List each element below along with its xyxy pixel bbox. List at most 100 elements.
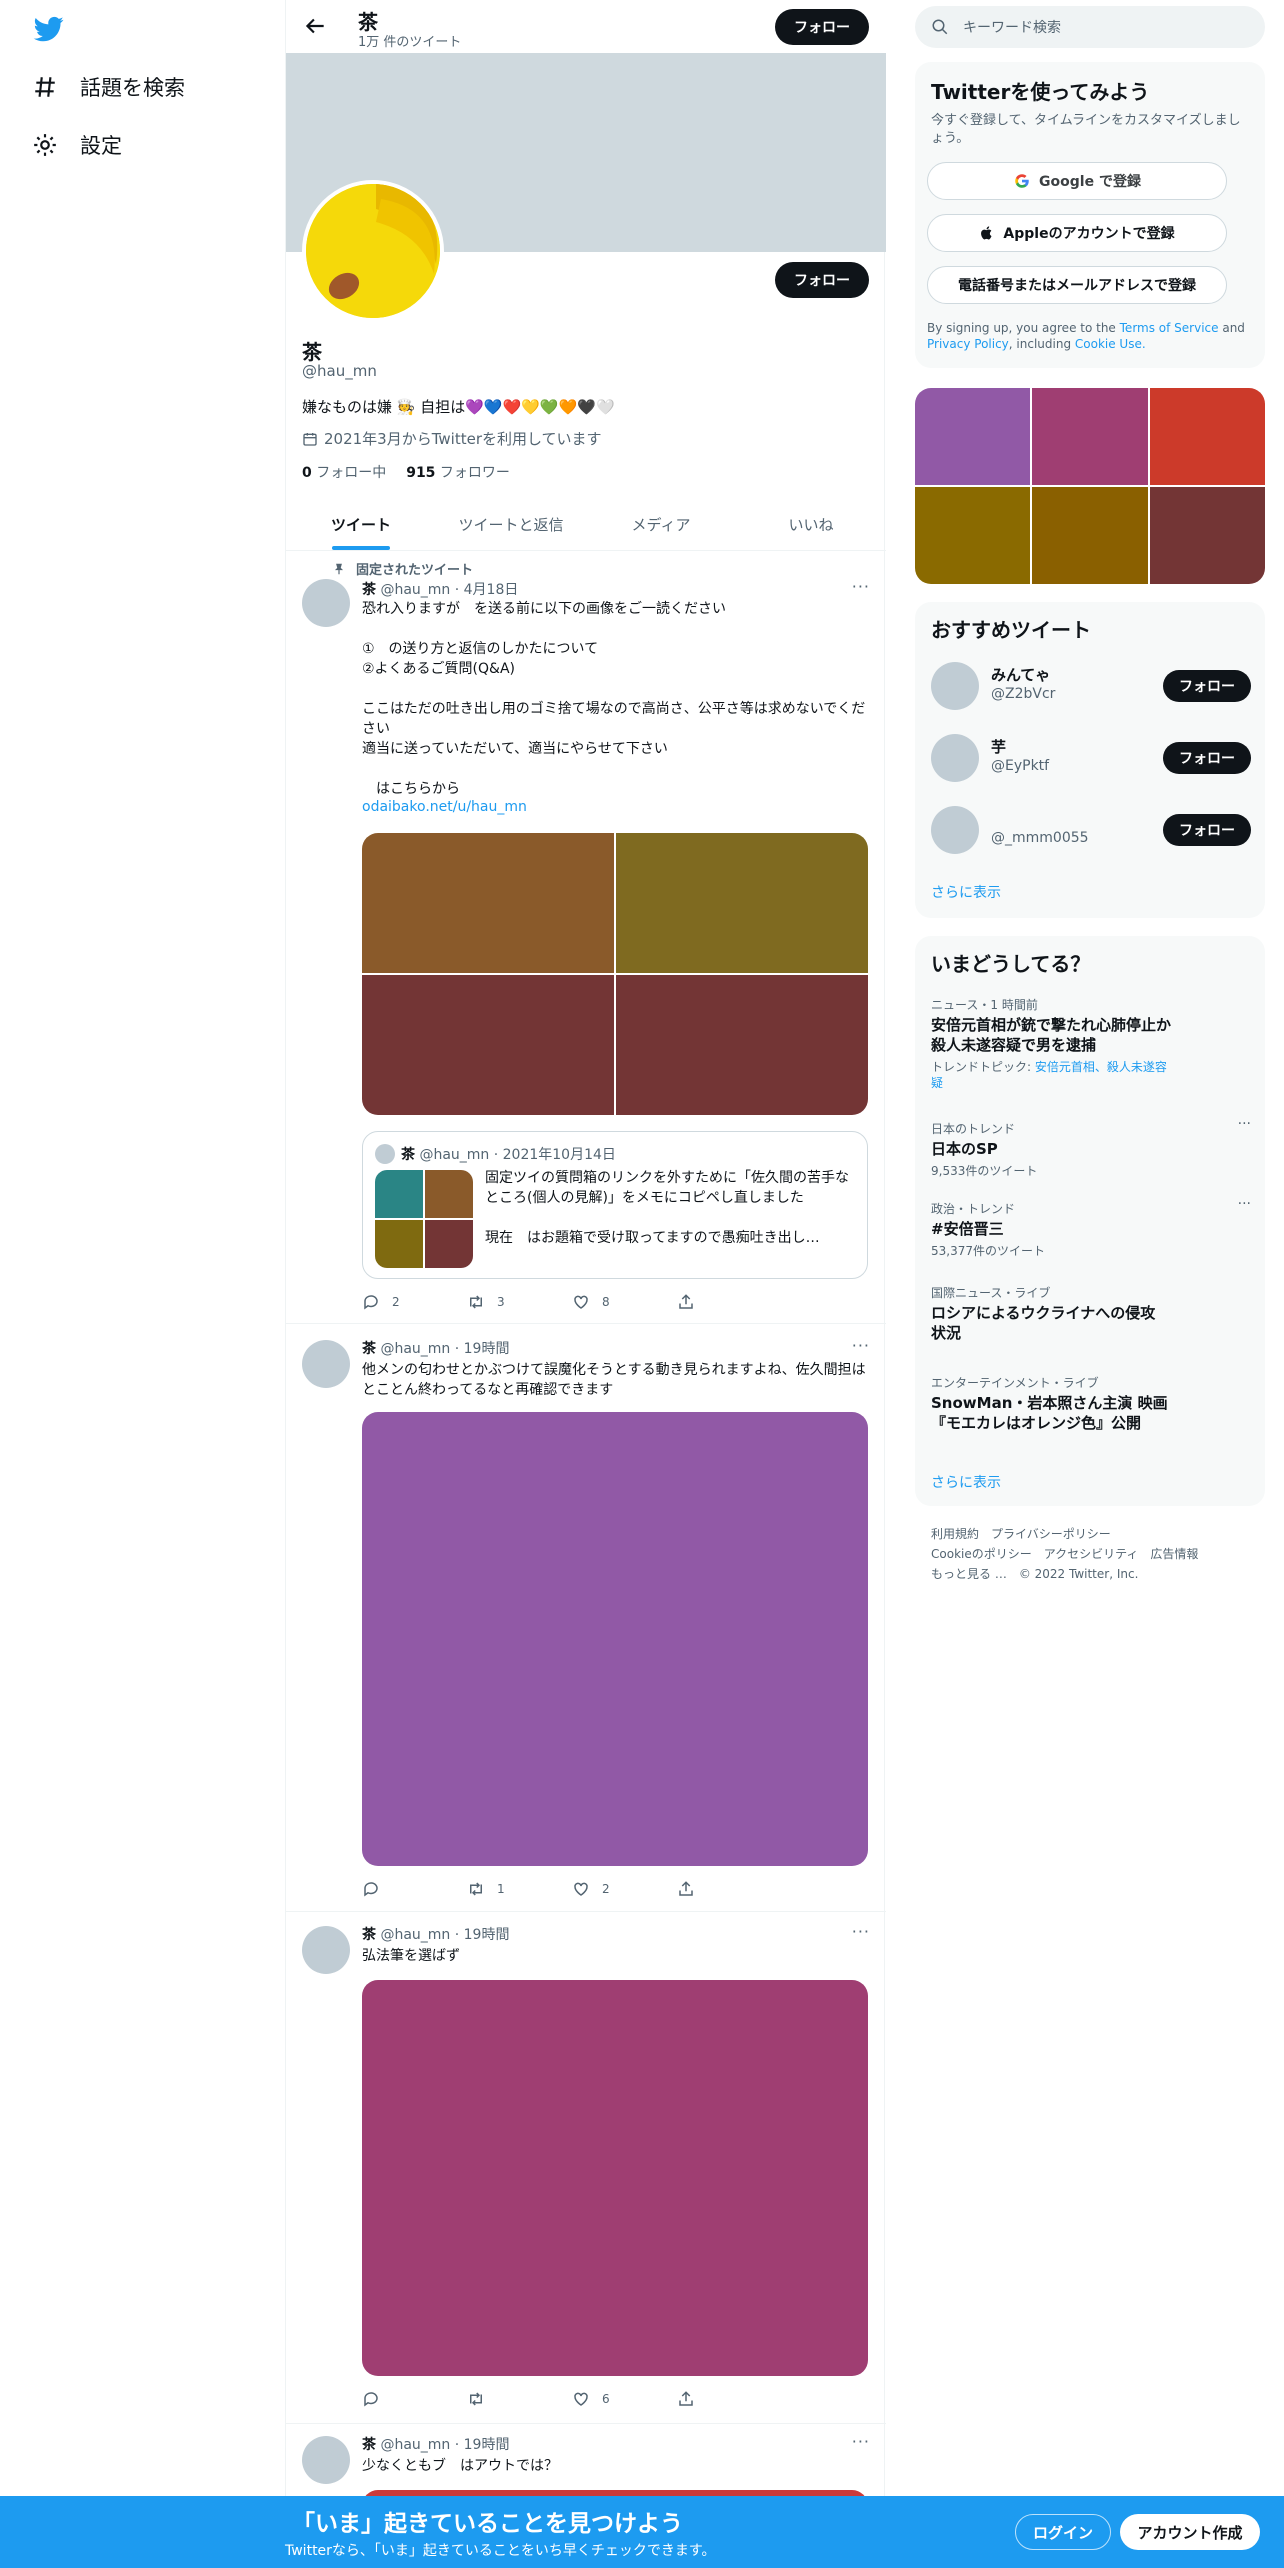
pin-icon (334, 563, 344, 574)
phone-email-signup-button[interactable]: 電話番号またはメールアドレスで登録 (927, 266, 1227, 304)
login-button[interactable]: ログイン (1015, 2514, 1111, 2550)
like-button[interactable]: 8 (572, 1293, 677, 1311)
media-thumbnail[interactable] (915, 388, 1031, 485)
media-thumbnail[interactable] (1149, 487, 1265, 584)
tweet-media[interactable] (362, 1980, 868, 2376)
signup-button[interactable]: アカウント作成 (1120, 2514, 1260, 2550)
search-bar[interactable]: キーワード検索 (915, 6, 1265, 48)
profile-media-grid (915, 388, 1265, 584)
apple-signup-button[interactable]: Appleのアカウントで登録 (927, 214, 1227, 252)
media-thumbnail[interactable] (1032, 388, 1148, 485)
tweet-avatar[interactable] (302, 1340, 350, 1388)
trend-item[interactable]: ニュース・1 時間前 安倍元首相が銃で撃たれ心肺停止か 殺人未遂容疑で男を逮捕 … (931, 996, 1251, 1091)
user-handle: @Z2bVcr (991, 686, 1056, 702)
profile-bio: 嫌なものは嫌 🧑‍🍳 自担は💜💙❤️💛💚🧡🖤🤍 (302, 398, 615, 416)
profile-name: 茶 (302, 340, 322, 364)
reply-button[interactable] (362, 2390, 467, 2408)
nav-item-settings[interactable]: 設定 (32, 125, 122, 165)
reply-button[interactable]: 2 (362, 1293, 467, 1311)
profile-avatar[interactable] (302, 180, 444, 322)
following-link[interactable]: 0 フォロー中 (302, 462, 386, 482)
twitter-logo-icon[interactable] (32, 14, 66, 44)
profile-tabs: ツイート ツイートと返信 メディア いいね (286, 498, 886, 551)
more-options-icon[interactable]: ··· (852, 1336, 870, 1355)
tab-media[interactable]: メディア (586, 498, 736, 550)
follow-button[interactable]: フォロー (1163, 814, 1251, 846)
tweet[interactable]: 茶 @hau_mn · 19時間 ··· 弘法筆を選ばず 6 (286, 1912, 886, 2424)
tab-likes[interactable]: いいね (736, 498, 886, 550)
bottom-bar-subtitle: Twitterなら、「いま」起きていることをいち早くチェックできます。 (285, 2543, 716, 2559)
footer-line[interactable]: もっと見る … © 2022 Twitter, Inc. (931, 1564, 1261, 1584)
tweet[interactable]: 茶 @hau_mn · 19時間 ··· 他メンの匂わせとかぶつけて誤魔化そうと… (286, 1324, 886, 1912)
like-button[interactable]: 2 (572, 1880, 677, 1898)
more-options-icon[interactable]: ··· (852, 2432, 870, 2451)
media-image[interactable] (362, 833, 614, 973)
show-more-link[interactable]: さらに表示 (931, 882, 1001, 902)
user-name: みんてゃ (991, 666, 1051, 684)
tweet-link[interactable]: odaibako.net/u/hau_mn (362, 799, 527, 815)
footer-line[interactable]: Cookieのポリシー アクセシビリティ 広告情報 (931, 1544, 1261, 1564)
search-input[interactable]: キーワード検索 (963, 17, 1061, 37)
pinned-indicator: 固定されたツイート (332, 559, 473, 578)
share-button[interactable] (677, 2390, 782, 2408)
like-button[interactable]: 6 (572, 2390, 677, 2408)
media-image[interactable] (362, 975, 614, 1115)
more-options-icon[interactable]: ··· (852, 1922, 870, 1941)
media-thumbnail[interactable] (1149, 388, 1265, 485)
retweet-button[interactable]: 3 (467, 1293, 572, 1311)
recommended-user[interactable]: みんてゃ @Z2bVcr フォロー (931, 658, 1251, 714)
nav-item-explore[interactable]: 話題を検索 (32, 67, 185, 107)
tweet-media[interactable] (362, 1412, 868, 1866)
share-button[interactable] (677, 1880, 782, 1898)
followers-link[interactable]: 915 フォロワー (406, 462, 510, 482)
avatar[interactable] (931, 734, 979, 782)
retweet-button[interactable]: 1 (467, 1880, 572, 1898)
privacy-link[interactable]: Privacy Policy (927, 337, 1009, 351)
tweet-avatar[interactable] (302, 2436, 350, 2484)
quote-text: 固定ツイの質問箱のリンクを外すために「佐久間の苦手なところ(個人の見解)」をメモ… (485, 1170, 849, 1246)
media-thumbnail[interactable] (915, 487, 1031, 584)
more-options-icon[interactable]: ··· (1238, 1116, 1251, 1132)
terms-link[interactable]: Terms of Service (1120, 321, 1219, 335)
media-image[interactable] (616, 975, 868, 1115)
recommended-user[interactable]: 芋 @EyPktf フォロー (931, 730, 1251, 786)
avatar[interactable] (931, 806, 979, 854)
trend-item[interactable]: エンターテインメント・ライブ SnowMan・岩本照さん主演 映画『モエカレはオ… (931, 1374, 1251, 1433)
follow-button[interactable]: フォロー (1163, 742, 1251, 774)
reply-button[interactable] (362, 1880, 467, 1898)
quoted-tweet[interactable]: 茶 @hau_mn · 2021年10月14日 固定ツイの質問箱のリンクを外すた… (362, 1131, 868, 1279)
follow-stats: 0 フォロー中 915 フォロワー (302, 462, 510, 482)
user-handle: @_mmm0055 (991, 830, 1089, 846)
tweet-media-grid[interactable] (362, 833, 868, 1115)
footer-line[interactable]: 利用規約 プライバシーポリシー (931, 1524, 1261, 1544)
trend-item[interactable]: 日本のトレンド 日本のSP 9,533件のツイート ··· (931, 1116, 1251, 1179)
tweet-meta: 茶 @hau_mn · 19時間 (362, 1927, 510, 1943)
recommended-user[interactable]: @_mmm0055 フォロー (931, 802, 1251, 858)
share-button[interactable] (677, 1293, 782, 1311)
cookie-link[interactable]: Cookie Use. (1075, 337, 1146, 351)
media-thumbnail[interactable] (1032, 487, 1148, 584)
more-options-icon[interactable]: ··· (1238, 1196, 1251, 1212)
back-arrow-icon[interactable] (302, 13, 328, 39)
tweet[interactable]: 固定されたツイート 茶 @hau_mn · 4月18日 ··· 恐れ入りますが … (286, 551, 886, 1324)
profile-follow-button[interactable]: フォロー (775, 262, 869, 298)
header-follow-button[interactable]: フォロー (775, 9, 869, 45)
tweet-avatar[interactable] (302, 579, 350, 627)
tweet-avatar[interactable] (302, 1926, 350, 1974)
footer-links: 利用規約 プライバシーポリシー Cookieのポリシー アクセシビリティ 広告情… (931, 1524, 1261, 1584)
trend-item[interactable]: 政治・トレンド #安倍晋三 53,377件のツイート ··· (931, 1196, 1251, 1259)
tab-tweets[interactable]: ツイート (286, 498, 436, 550)
show-more-link[interactable]: さらに表示 (931, 1472, 1001, 1492)
retweet-button[interactable] (467, 2390, 572, 2408)
tweet-actions: 2 3 8 (362, 1293, 782, 1311)
signup-title: Twitterを使ってみよう (931, 80, 1150, 104)
quote-avatar (375, 1144, 395, 1164)
avatar[interactable] (931, 662, 979, 710)
google-signup-button[interactable]: Google で登録 (927, 162, 1227, 200)
more-options-icon[interactable]: ··· (852, 577, 870, 596)
tab-tweets-replies[interactable]: ツイートと返信 (436, 498, 586, 550)
retweet-icon (470, 2392, 482, 2406)
media-image[interactable] (616, 833, 868, 973)
trend-item[interactable]: 国際ニュース・ライブ ロシアによるウクライナへの侵攻状況 (931, 1284, 1251, 1343)
follow-button[interactable]: フォロー (1163, 670, 1251, 702)
